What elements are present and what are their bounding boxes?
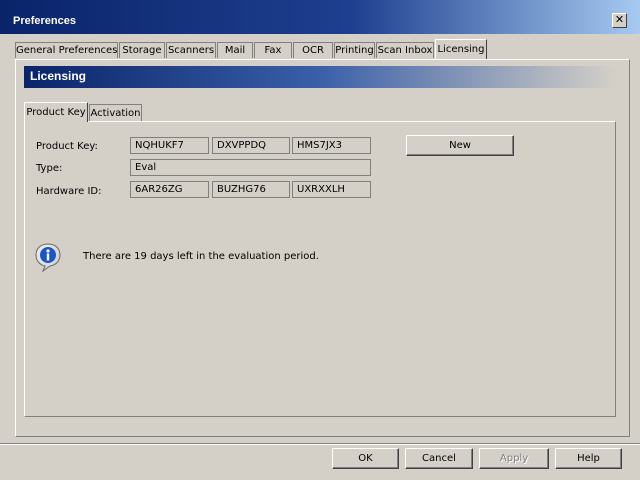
product-key-field-3[interactable]: HMS7JX3	[292, 137, 371, 154]
ok-button[interactable]: OK	[332, 448, 399, 469]
tab-general-preferences[interactable]: General Preferences	[15, 42, 118, 58]
tab-activation[interactable]: Activation	[89, 104, 142, 121]
tab-scanners[interactable]: Scanners	[166, 42, 216, 58]
product-key-field-2[interactable]: DXVPPDQ	[212, 137, 290, 154]
product-key-field-1[interactable]: NQHUKF7	[130, 137, 209, 154]
tab-mail[interactable]: Mail	[217, 42, 253, 58]
hardware-id-label: Hardware ID:	[36, 186, 102, 197]
evaluation-message: There are 19 days left in the evaluation…	[83, 251, 319, 262]
apply-button[interactable]: Apply	[479, 448, 549, 469]
footer-separator	[0, 443, 640, 445]
type-field[interactable]: Eval	[130, 159, 371, 176]
tab-scan-inbox[interactable]: Scan Inbox	[376, 42, 434, 58]
close-icon[interactable]: ✕	[612, 13, 627, 28]
hardware-id-field-2[interactable]: BUZHG76	[212, 181, 290, 198]
tab-printing[interactable]: Printing	[334, 42, 375, 58]
section-header: Licensing	[24, 66, 616, 88]
tab-product-key[interactable]: Product Key	[24, 102, 88, 122]
tab-licensing[interactable]: Licensing	[435, 39, 487, 59]
title-bar: Preferences ✕	[0, 0, 640, 34]
window-title: Preferences	[13, 15, 76, 27]
info-icon	[35, 243, 61, 272]
section-title: Licensing	[30, 69, 87, 83]
tab-storage[interactable]: Storage	[119, 42, 165, 58]
help-button[interactable]: Help	[555, 448, 622, 469]
product-key-label: Product Key:	[36, 141, 98, 152]
tab-ocr[interactable]: OCR	[293, 42, 333, 58]
cancel-button[interactable]: Cancel	[405, 448, 473, 469]
type-label: Type:	[36, 163, 63, 174]
tab-fax[interactable]: Fax	[254, 42, 292, 58]
hardware-id-field-3[interactable]: UXRXXLH	[292, 181, 371, 198]
hardware-id-field-1[interactable]: 6AR26ZG	[130, 181, 209, 198]
new-button[interactable]: New	[406, 135, 514, 156]
